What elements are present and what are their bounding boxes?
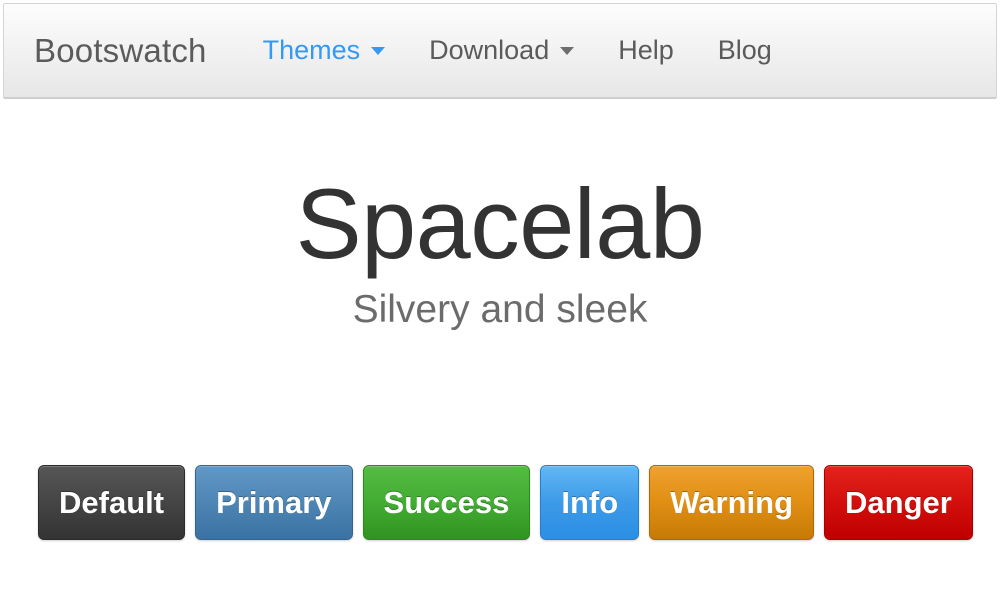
nav-item-themes[interactable]: Themes [263, 37, 386, 64]
primary-button[interactable]: Primary [195, 465, 353, 540]
nav-item-download[interactable]: Download [429, 35, 575, 65]
nav-item-blog-label: Blog [717, 35, 772, 65]
chevron-down-icon [371, 46, 386, 55]
page-subtitle: Silvery and sleek [352, 287, 648, 331]
chevron-down-icon [560, 46, 575, 55]
default-button[interactable]: Default [38, 465, 186, 540]
success-button[interactable]: Success [362, 465, 531, 540]
nav-item-blog[interactable]: Blog [718, 37, 772, 64]
nav-item-help[interactable]: Help [618, 37, 674, 64]
info-button[interactable]: Info [540, 465, 640, 540]
navbar-brand[interactable]: Bootswatch [34, 34, 207, 67]
nav-item-help-label: Help [618, 35, 674, 65]
nav-item-download-label: Download [429, 35, 550, 65]
hero-section: Spacelab Silvery and sleek [0, 102, 1000, 332]
button-showcase-row: Default Primary Success Info Warning Dan… [38, 465, 973, 540]
navbar: Bootswatch Themes Download Help Blog [3, 3, 997, 99]
page-title: Spacelab [295, 168, 705, 279]
warning-button[interactable]: Warning [649, 465, 815, 540]
danger-button[interactable]: Danger [824, 465, 973, 540]
navbar-nav: Themes Download Help Blog [263, 37, 772, 64]
nav-item-themes-label: Themes [262, 35, 361, 65]
